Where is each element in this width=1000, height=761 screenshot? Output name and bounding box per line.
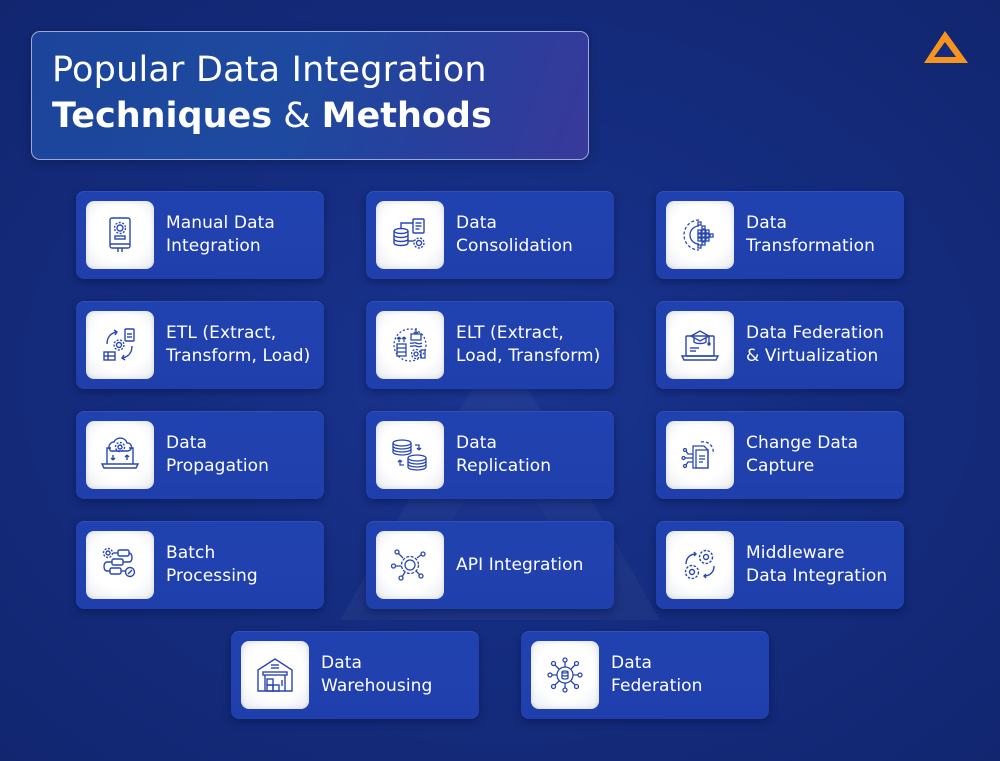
page-title-line1: Popular Data Integration — [52, 50, 487, 90]
technique-label: Data Warehousing — [321, 653, 433, 696]
technique-card-etl[interactable]: ETL (Extract, Transform, Load) — [76, 301, 324, 389]
triangle-logo-icon — [924, 31, 968, 63]
technique-card-middleware-data-integration[interactable]: Middleware Data Integration — [656, 521, 904, 609]
database-replication-icon — [392, 439, 427, 471]
technique-card-data-consolidation[interactable]: Data Consolidation — [366, 191, 614, 279]
technique-label: Data Propagation — [166, 433, 270, 476]
document-gear-nodes-icon — [681, 441, 714, 469]
technique-label: Batch Processing — [166, 543, 258, 586]
gear-pixel-transform-icon — [683, 219, 714, 251]
page-title-line2: Techniques & Methods — [52, 96, 492, 136]
batch-pipeline-icon — [102, 547, 136, 578]
etl-cycle-icon — [103, 328, 135, 361]
technique-label: Data Federation & Virtualization — [746, 323, 885, 366]
technique-label: Manual Data Integration — [166, 213, 275, 256]
technique-card-manual-data-integration[interactable]: Manual Data Integration — [76, 191, 324, 279]
technique-card-elt[interactable]: ELT (Extract, Load, Transform) — [366, 301, 614, 389]
database-network-icon — [547, 657, 583, 693]
technique-card-change-data-capture[interactable]: Change Data Capture — [656, 411, 904, 499]
technique-label: ETL (Extract, Transform, Load) — [166, 323, 311, 366]
technique-card-batch-processing[interactable]: Batch Processing — [76, 521, 324, 609]
technique-label: Data Consolidation — [456, 213, 573, 256]
title-box: Popular Data Integration Techniques & Me… — [31, 31, 589, 160]
database-document-gear-icon — [393, 218, 425, 249]
technique-card-data-warehousing[interactable]: Data Warehousing — [231, 631, 479, 719]
title-ampersand: & — [283, 96, 311, 136]
api-gear-network-icon — [390, 549, 426, 581]
technique-label: Data Transformation — [746, 213, 875, 256]
laptop-graduation-cap-icon — [680, 330, 720, 361]
gears-arrows-icon — [684, 549, 715, 580]
title-techniques: Techniques — [52, 96, 273, 136]
manual-book-gear-icon — [109, 217, 131, 252]
title-methods: Methods — [321, 96, 492, 136]
technique-label: API Integration — [456, 554, 584, 575]
technique-card-data-propagation[interactable]: Data Propagation — [76, 411, 324, 499]
technique-card-data-federation[interactable]: Data Federation — [521, 631, 769, 719]
technique-label: Change Data Capture — [746, 433, 859, 476]
technique-label: Data Replication — [456, 433, 552, 476]
elt-cycle-icon — [393, 328, 427, 362]
technique-card-data-federation-virtualization[interactable]: Data Federation & Virtualization — [656, 301, 904, 389]
technique-label: Middleware Data Integration — [746, 543, 888, 586]
technique-card-data-transformation[interactable]: Data Transformation — [656, 191, 904, 279]
technique-label: Data Federation — [611, 653, 703, 696]
warehouse-icon — [257, 658, 293, 692]
technique-card-api-integration[interactable]: API Integration — [366, 521, 614, 609]
technique-label: ELT (Extract, Load, Transform) — [456, 323, 601, 366]
laptop-cloud-gear-icon — [100, 437, 140, 469]
technique-card-data-replication[interactable]: Data Replication — [366, 411, 614, 499]
